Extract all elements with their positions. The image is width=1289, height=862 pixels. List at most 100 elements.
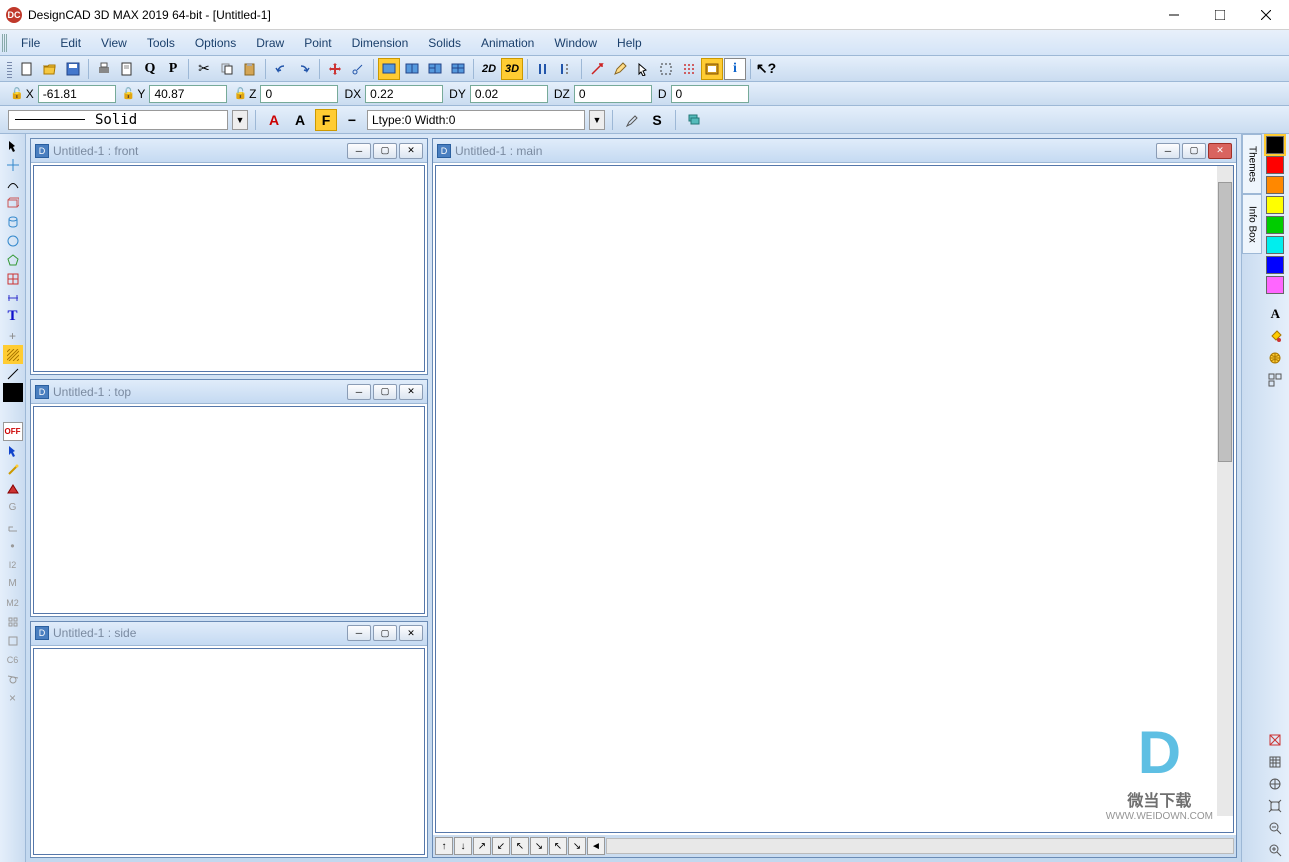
nav-down-icon[interactable]: ↓ [454, 837, 472, 855]
box-icon[interactable] [3, 193, 23, 212]
globe-icon[interactable] [1265, 348, 1285, 368]
panel-side-titlebar[interactable]: D Untitled-1 : side ─ ▢ ✕ [31, 622, 427, 646]
color-swatch-cyan[interactable] [1266, 236, 1284, 254]
panel-maximize-button[interactable]: ▢ [1182, 143, 1206, 159]
snap-perp-icon[interactable] [3, 517, 23, 536]
panel-close-button[interactable]: ✕ [399, 143, 423, 159]
off-button[interactable]: OFF [3, 422, 23, 441]
panel-front-canvas[interactable] [33, 165, 425, 372]
nav-sw-icon[interactable]: ↙ [492, 837, 510, 855]
x-input[interactable] [38, 85, 116, 103]
menu-tools[interactable]: Tools [137, 33, 185, 53]
panel-main-titlebar[interactable]: D Untitled-1 : main ─ ▢ ✕ [433, 139, 1236, 163]
grid-icon[interactable] [3, 269, 23, 288]
grid-toggle-icon[interactable] [1265, 752, 1285, 772]
text-f-button[interactable]: F [315, 109, 337, 131]
panel-front-titlebar[interactable]: D Untitled-1 : front ─ ▢ ✕ [31, 139, 427, 163]
red-arrow-icon[interactable] [586, 58, 608, 80]
crosshair-icon[interactable] [3, 155, 23, 174]
snap-x-icon[interactable]: × [3, 688, 23, 707]
color-swatch-black[interactable] [1266, 136, 1284, 154]
mode-3d-button[interactable]: 3D [501, 58, 523, 80]
menu-solids[interactable]: Solids [418, 33, 471, 53]
screen3-icon[interactable] [424, 58, 446, 80]
paint-bucket-icon[interactable] [1265, 326, 1285, 346]
menu-edit[interactable]: Edit [50, 33, 91, 53]
wand-icon[interactable] [3, 460, 23, 479]
line-icon[interactable] [3, 364, 23, 383]
hatch-icon[interactable] [3, 345, 23, 364]
compass-icon[interactable] [1265, 774, 1285, 794]
close-button[interactable] [1243, 0, 1289, 30]
page-icon[interactable] [116, 58, 138, 80]
tool-g[interactable]: G [3, 498, 23, 517]
screen1-icon[interactable] [378, 58, 400, 80]
text-a-button[interactable]: A [289, 109, 311, 131]
panel-minimize-button[interactable]: ─ [347, 143, 371, 159]
snap-point-icon[interactable]: • [3, 536, 23, 555]
nav-se-icon[interactable]: ↘ [530, 837, 548, 855]
panel-minimize-button[interactable]: ─ [1156, 143, 1180, 159]
snap-icon[interactable] [347, 58, 369, 80]
properties-p-icon[interactable]: P [162, 58, 184, 80]
panel-maximize-button[interactable]: ▢ [373, 143, 397, 159]
color-swatch-yellow[interactable] [1266, 196, 1284, 214]
line-style-dropdown[interactable]: ▼ [232, 110, 248, 130]
panel-main-canvas[interactable]: D 微当下载 WWW.WEIDOWN.COM [435, 165, 1234, 833]
menu-options[interactable]: Options [185, 33, 246, 53]
nav-up-icon[interactable]: ↑ [435, 837, 453, 855]
text-a-red-button[interactable]: A [263, 109, 285, 131]
menu-help[interactable]: Help [607, 33, 652, 53]
cut-icon[interactable]: ✂ [193, 58, 215, 80]
copy-icon[interactable] [216, 58, 238, 80]
tool-c6[interactable]: C6 [3, 650, 23, 669]
panel-top-canvas[interactable] [33, 406, 425, 613]
grid-dots-icon[interactable] [678, 58, 700, 80]
parallel2-icon[interactable] [555, 58, 577, 80]
pointer-icon[interactable] [3, 136, 23, 155]
mode-2d-button[interactable]: 2D [478, 58, 500, 80]
properties-q-icon[interactable]: Q [139, 58, 161, 80]
panel-side-canvas[interactable] [33, 648, 425, 855]
dz-input[interactable] [574, 85, 652, 103]
dimension-icon[interactable] [3, 288, 23, 307]
undo-icon[interactable] [270, 58, 292, 80]
open-icon[interactable] [39, 58, 61, 80]
panel-maximize-button[interactable]: ▢ [373, 625, 397, 641]
panel-close-button[interactable]: ✕ [1208, 143, 1232, 159]
select-rect-icon[interactable] [655, 58, 677, 80]
tab-themes[interactable]: Themes [1242, 134, 1262, 194]
menu-point[interactable]: Point [294, 33, 341, 53]
pencil-icon[interactable] [609, 58, 631, 80]
plus-icon[interactable]: + [3, 326, 23, 345]
save-icon[interactable] [62, 58, 84, 80]
print-icon[interactable] [93, 58, 115, 80]
fit-icon[interactable] [1265, 796, 1285, 816]
d-input[interactable] [671, 85, 749, 103]
panel-minimize-button[interactable]: ─ [347, 625, 371, 641]
nav-right-icon[interactable]: ↘ [568, 837, 586, 855]
color-swatch-blue[interactable] [1266, 256, 1284, 274]
color-swatch-green[interactable] [1266, 216, 1284, 234]
tool-m[interactable]: M [3, 574, 23, 593]
snap-grid-icon[interactable] [3, 612, 23, 631]
cursor-arrow-icon[interactable] [632, 58, 654, 80]
tool-m2[interactable]: M2 [3, 593, 23, 612]
scrollbar-thumb[interactable] [1218, 182, 1232, 462]
curve-icon[interactable] [3, 174, 23, 193]
info-i-icon[interactable]: i [724, 58, 746, 80]
minus-button[interactable]: − [341, 109, 363, 131]
color-swatch-orange[interactable] [1266, 176, 1284, 194]
lock-icon[interactable]: 🔓 [233, 87, 247, 100]
panel-maximize-button[interactable]: ▢ [373, 384, 397, 400]
nav-left-icon[interactable]: ↖ [549, 837, 567, 855]
line-style-select[interactable]: Solid [8, 110, 228, 130]
color-swatch-magenta[interactable] [1266, 276, 1284, 294]
new-icon[interactable] [16, 58, 38, 80]
triangle-icon[interactable] [3, 479, 23, 498]
lock-icon[interactable]: 🔓 [10, 87, 24, 100]
dy-input[interactable] [470, 85, 548, 103]
s-button[interactable]: S [646, 109, 668, 131]
tab-infobox[interactable]: Info Box [1242, 194, 1262, 254]
ltype-dropdown[interactable]: ▼ [589, 110, 605, 130]
